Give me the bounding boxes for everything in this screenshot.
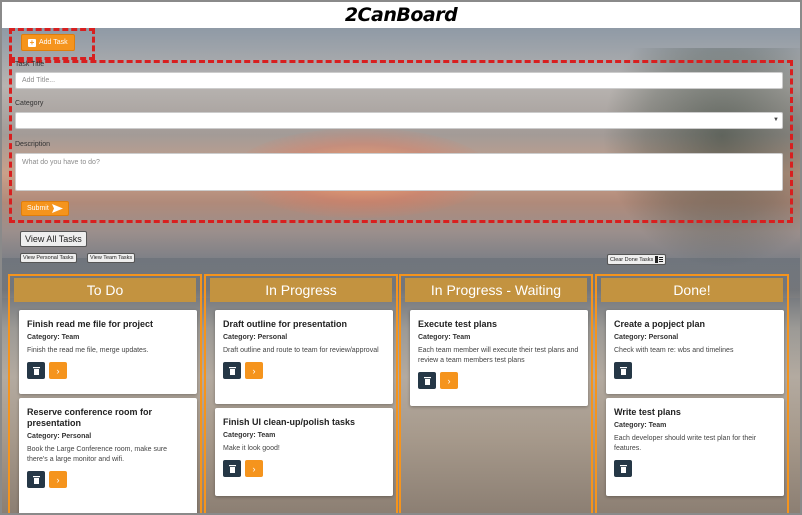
description-textarea[interactable]: What do you have to do?: [15, 153, 783, 191]
chevron-right-icon: ›: [56, 474, 60, 485]
task-card: Write test plans Category: Team Each dev…: [606, 398, 784, 496]
task-description: Book the Large Conference room, make sur…: [27, 446, 168, 463]
column-title: Done!: [601, 278, 783, 302]
task-title: Draft outline for presentation: [223, 319, 348, 329]
category-label: Category: [15, 100, 44, 107]
task-title-placeholder: Add Title...: [22, 77, 56, 84]
task-category: Category: Personal: [614, 334, 679, 341]
task-category: Category: Team: [614, 422, 667, 429]
trash-icon: [619, 464, 627, 473]
send-arrow-icon: [51, 204, 63, 213]
clear-done-tasks-button[interactable]: Clear Done Tasks: [607, 254, 667, 265]
trash-icon: [32, 475, 40, 484]
task-category: Category: Team: [27, 334, 80, 341]
clear-done-label: Clear Done Tasks: [610, 256, 654, 263]
task-description: Make it look good!: [223, 445, 280, 452]
task-category: Category: Team: [223, 432, 276, 439]
column-in-progress: In Progress Draft outline for presentati…: [204, 274, 398, 513]
delete-task-button[interactable]: [418, 372, 436, 389]
description-label: Description: [15, 141, 51, 148]
task-title-label: Task Title: [15, 61, 45, 68]
task-title: Create a popject plan: [614, 319, 706, 329]
task-description: Finish the read me file, merge updates.: [27, 347, 149, 354]
trash-icon: [619, 366, 627, 375]
delete-task-button[interactable]: [614, 362, 632, 379]
view-all-tasks-button[interactable]: View All Tasks: [20, 231, 87, 247]
task-title: Finish read me file for project: [27, 319, 154, 329]
column-in-progress-waiting: In Progress - Waiting Execute test plans…: [399, 274, 593, 513]
delete-task-button[interactable]: [27, 471, 45, 488]
chevron-right-icon: ›: [252, 463, 256, 474]
task-card: Finish UI clean-up/polish tasks Category…: [215, 408, 393, 496]
task-description: Check with team re: wbs and timelines: [614, 347, 734, 354]
app-window: 2CanBoard + Add Task Task Title Add Titl…: [0, 0, 802, 515]
task-card: Finish read me file for project Category…: [19, 310, 197, 394]
task-description: Each developer should write test plan fo…: [614, 435, 757, 452]
column-title: To Do: [14, 278, 196, 302]
task-category: Category: Team: [418, 334, 471, 341]
trash-icon: [423, 376, 431, 385]
task-category: Category: Personal: [27, 433, 92, 440]
submit-label: Submit: [27, 205, 49, 212]
column-done: Done! Create a popject plan Category: Pe…: [595, 274, 789, 513]
delete-task-button[interactable]: [27, 362, 45, 379]
description-placeholder: What do you have to do?: [22, 159, 100, 166]
task-title: Write test plans: [614, 407, 681, 417]
advance-task-button[interactable]: ›: [245, 362, 263, 379]
advance-task-button[interactable]: ›: [49, 362, 67, 379]
chevron-right-icon: ›: [447, 375, 451, 386]
task-title: Execute test plans: [418, 319, 498, 329]
category-select[interactable]: ▼: [15, 112, 783, 129]
trash-icon: [228, 464, 236, 473]
submit-button[interactable]: Submit: [21, 201, 69, 216]
add-task-label: Add Task: [39, 39, 68, 46]
trash-icon: [228, 366, 236, 375]
column-title: In Progress: [210, 278, 392, 302]
task-category: Category: Personal: [223, 334, 288, 341]
delete-task-button[interactable]: [223, 362, 241, 379]
caret-down-icon: ▼: [773, 117, 779, 123]
view-team-tasks-button[interactable]: View Team Tasks: [87, 253, 136, 263]
task-card: Draft outline for presentation Category:…: [215, 310, 393, 404]
task-description: Draft outline and route to team for revi…: [223, 347, 379, 354]
broom-icon: [655, 256, 664, 263]
view-personal-tasks-button[interactable]: View Personal Tasks: [20, 253, 77, 263]
task-card: Create a popject plan Category: Personal…: [606, 310, 784, 394]
advance-task-button[interactable]: ›: [245, 460, 263, 477]
chevron-right-icon: ›: [252, 365, 256, 376]
task-title-input[interactable]: Add Title...: [15, 72, 783, 89]
plus-square-icon: +: [28, 37, 36, 47]
task-card: Execute test plans Category: Team Each t…: [410, 310, 588, 406]
advance-task-button[interactable]: ›: [49, 471, 67, 488]
task-description: Each team member will execute their test…: [418, 347, 579, 364]
header-bar: 2CanBoard: [2, 2, 800, 28]
advance-task-button[interactable]: ›: [440, 372, 458, 389]
app-logo: 2CanBoard: [344, 4, 458, 26]
column-title: In Progress - Waiting: [405, 278, 587, 302]
column-to-do: To Do Finish read me file for project Ca…: [8, 274, 202, 513]
task-title: Finish UI clean-up/polish tasks: [223, 417, 356, 427]
task-title: Reserve conference room for presentation: [27, 407, 153, 428]
chevron-right-icon: ›: [56, 365, 60, 376]
add-task-button[interactable]: + Add Task: [21, 34, 75, 51]
delete-task-button[interactable]: [223, 460, 241, 477]
delete-task-button[interactable]: [614, 460, 632, 477]
task-card: Reserve conference room for presentation…: [19, 398, 197, 513]
trash-icon: [32, 366, 40, 375]
